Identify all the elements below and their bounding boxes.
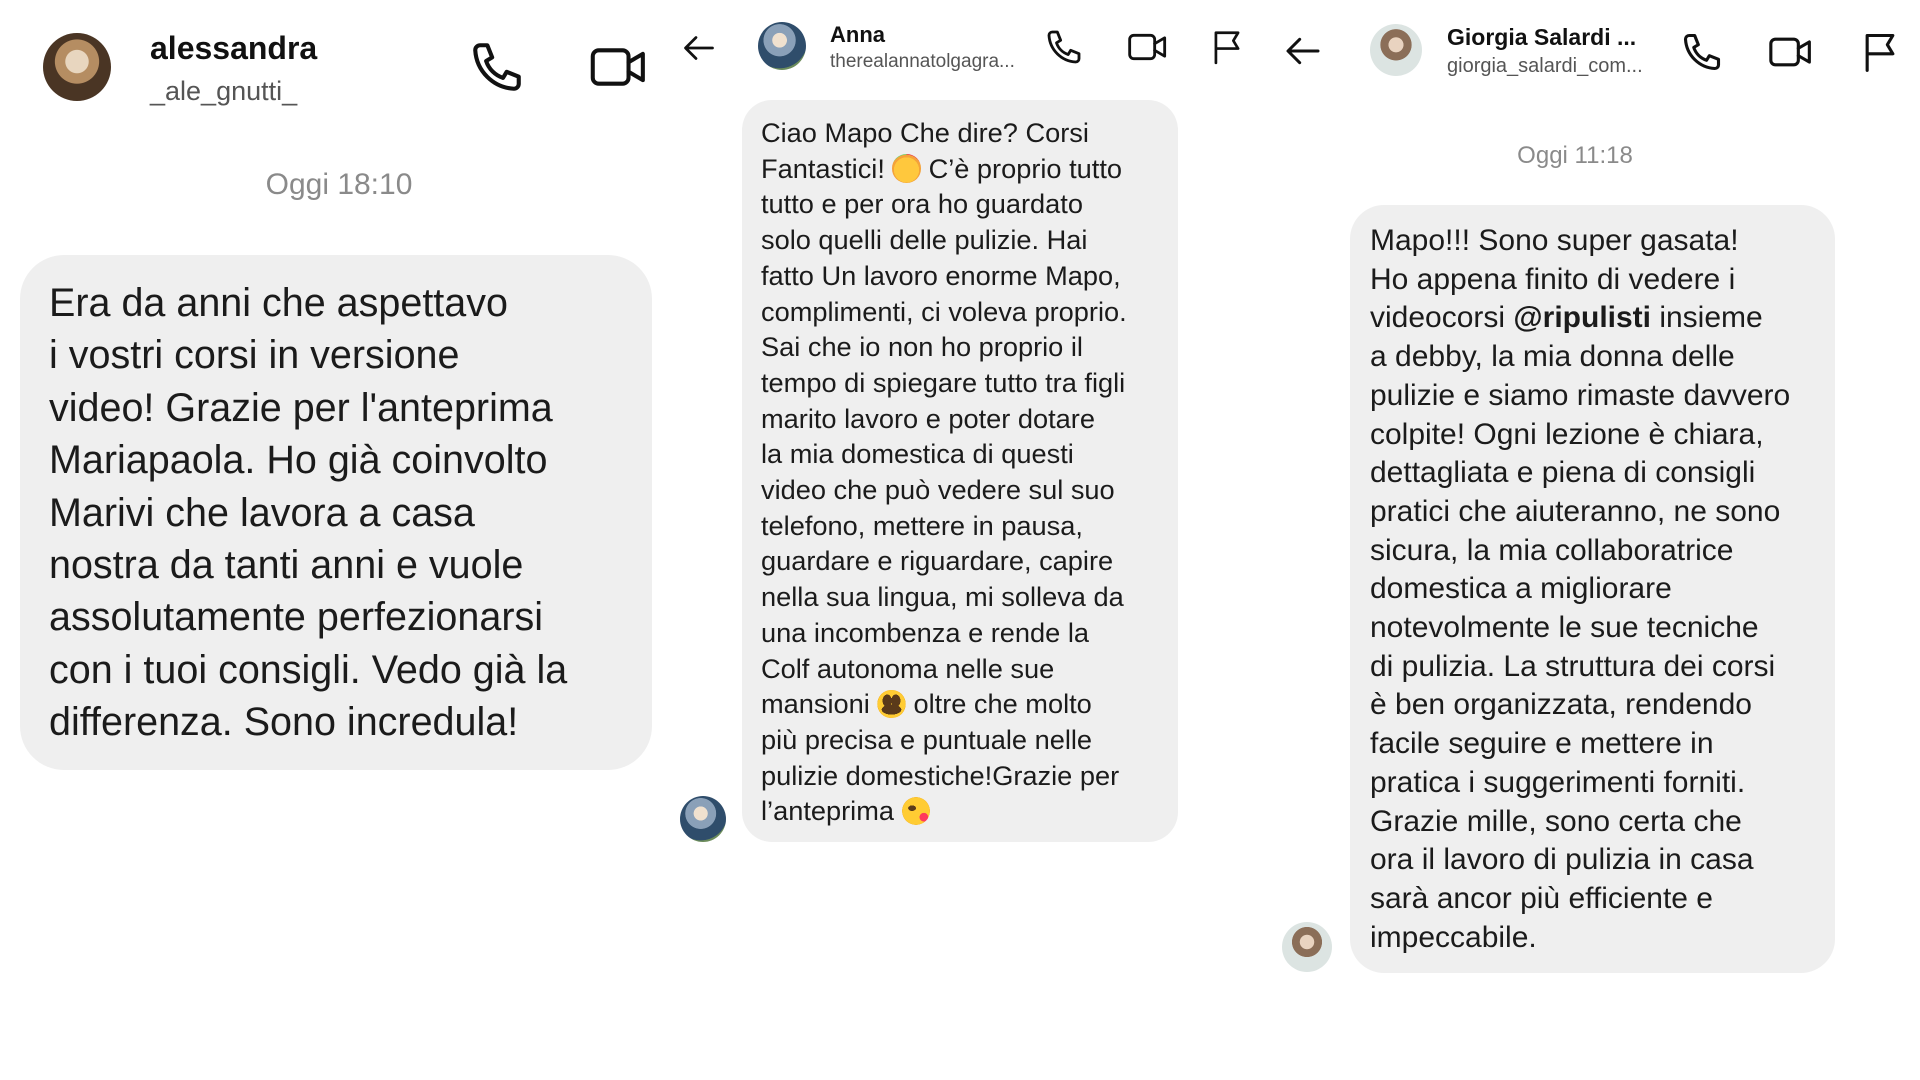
chat-panel-giorgia: Giorgia Salardi ... giorgia_salardi_com.…	[1280, 0, 1920, 1080]
party-face-emoji	[892, 154, 922, 183]
contact-handle: therealannatolgagra...	[830, 51, 1015, 72]
chat-panel-alessandra: alessandra _ale_gnutti_ Oggi 18:10 Era d…	[0, 0, 678, 1080]
contact-name[interactable]: alessandra	[150, 30, 317, 67]
message-line: telefono, mettere in pausa,	[761, 509, 1083, 541]
avatar[interactable]	[43, 33, 111, 101]
flag-icon[interactable]	[1858, 30, 1902, 74]
message-line: complimenti, ci voleva proprio.	[761, 295, 1127, 327]
message-line: l’anteprima	[761, 793, 1161, 829]
message-line: Sai che io non ho proprio il	[761, 331, 1083, 363]
message-line: tempo di spiegare tutto tra figli	[761, 366, 1126, 398]
message-line: la mia domestica di questi	[761, 438, 1074, 470]
chat-panel-anna: Anna therealannatolgagra... Ciao Mapo Ch…	[678, 0, 1280, 1080]
message-line: una incombenza e rende la	[761, 616, 1089, 648]
message-text: l’anteprima	[761, 795, 894, 827]
message-timestamp: Oggi 11:18	[1517, 142, 1633, 169]
message-text: mansioni	[761, 688, 870, 720]
message-line: marito lavoro e poter dotare	[761, 402, 1095, 434]
message-text: C’è proprio tutto	[921, 152, 1123, 184]
message-line: solo quelli delle pulizie. Hai	[761, 224, 1088, 256]
phone-icon[interactable]	[1044, 27, 1084, 67]
message-line: tutto e per ora ho guardato	[761, 188, 1083, 220]
message-line: fatto Un lavoro enorme Mapo,	[761, 259, 1121, 291]
kiss-emoji	[901, 796, 931, 826]
message-bubble[interactable]: Ciao Mapo Che dire? Corsi Fantastici! C’…	[742, 100, 1178, 842]
message-line: video che può vedere sul suo	[761, 474, 1115, 506]
video-camera-icon[interactable]	[588, 38, 650, 96]
flag-icon[interactable]	[1208, 27, 1246, 67]
back-arrow-icon[interactable]	[680, 30, 718, 66]
message-text: oltre che molto	[905, 688, 1092, 720]
contact-name[interactable]: Anna	[830, 22, 885, 48]
message-bubble[interactable]: Era da anni che aspettavo i vostri corsi…	[20, 255, 652, 770]
message-text: Fantastici!	[761, 152, 885, 184]
message-line: Fantastici! C’è proprio tutto	[761, 151, 1161, 187]
contact-handle: giorgia_salardi_com...	[1447, 55, 1643, 77]
avatar[interactable]	[758, 22, 806, 70]
phone-icon[interactable]	[468, 38, 526, 96]
video-camera-icon[interactable]	[1126, 27, 1170, 67]
message-timestamp: Oggi 18:10	[265, 168, 413, 201]
message-line: pulizie domestiche!Grazie per	[761, 759, 1120, 791]
sender-avatar[interactable]	[680, 796, 726, 842]
message-line: nella sua lingua, mi solleva da	[761, 581, 1124, 613]
back-arrow-icon[interactable]	[1280, 31, 1326, 71]
message-bubble[interactable]: Mapo!!! Sono super gasata! Ho appena fin…	[1350, 205, 1835, 973]
message-line: guardare e riguardare, capire	[761, 545, 1114, 577]
message-line: Ciao Mapo Che dire? Corsi	[761, 117, 1089, 148]
smiley-emoji	[877, 689, 906, 719]
sender-avatar[interactable]	[1282, 922, 1332, 972]
video-camera-icon[interactable]	[1767, 30, 1815, 74]
mention-link[interactable]: @ripulisti	[1513, 301, 1651, 334]
contact-name[interactable]: Giorgia Salardi ...	[1447, 24, 1636, 51]
message-line: Colf autonoma nelle sue	[761, 652, 1055, 684]
message-line: mansioni oltre che molto	[761, 686, 1161, 722]
avatar[interactable]	[1370, 24, 1422, 76]
message-text: insieme a debby, la mia donna delle puli…	[1370, 301, 1791, 954]
contact-handle: _ale_gnutti_	[150, 76, 298, 106]
message-line: più precisa e puntuale nelle	[761, 723, 1093, 755]
phone-icon[interactable]	[1680, 30, 1724, 74]
